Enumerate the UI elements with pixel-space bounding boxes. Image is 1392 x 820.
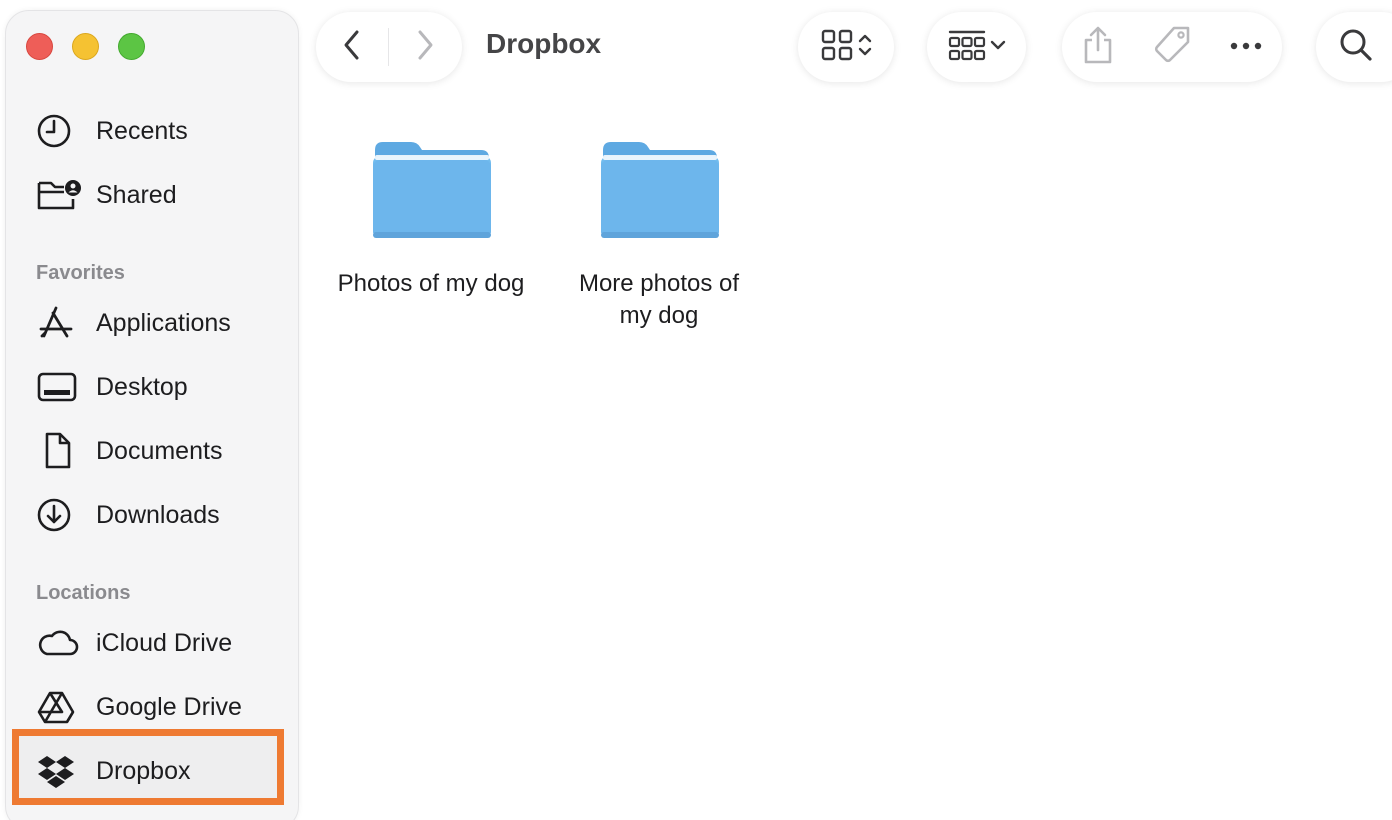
share-button[interactable] [1081, 25, 1115, 70]
chevron-left-icon [340, 28, 364, 67]
applications-icon [36, 303, 86, 343]
view-mode-button[interactable] [798, 12, 894, 82]
favorites-heading[interactable]: Favorites [36, 262, 125, 285]
sidebar-item-label: Dropbox [96, 756, 191, 785]
actions-group [1062, 12, 1282, 82]
sidebar-item-shared[interactable]: Shared [36, 173, 276, 217]
sidebar-item-label: Google Drive [96, 692, 242, 721]
locations-heading[interactable]: Locations [36, 582, 130, 605]
sidebar-item-google-drive[interactable]: Google Drive [36, 685, 276, 729]
window-title: Dropbox [486, 28, 602, 59]
grid-view-icon [820, 28, 854, 67]
google-drive-icon [36, 687, 86, 727]
sidebar-item-dropbox[interactable]: Dropbox [36, 749, 276, 793]
chevron-right-icon [413, 28, 437, 67]
sidebar-item-label: Documents [96, 436, 223, 465]
back-button[interactable] [316, 12, 388, 82]
search-icon [1338, 27, 1374, 68]
sidebar-item-label: Recents [96, 116, 188, 145]
sidebar-item-recents[interactable]: Recents [36, 109, 276, 153]
forward-button[interactable] [389, 12, 461, 82]
up-down-chevron-icon [858, 32, 872, 63]
tag-icon [1152, 25, 1192, 70]
sidebar-item-desktop[interactable]: Desktop [36, 365, 276, 409]
folder-item[interactable]: More photos of my dog [549, 138, 769, 332]
more-options-button[interactable] [1229, 38, 1263, 56]
clock-icon [36, 111, 86, 151]
group-by-button[interactable] [927, 12, 1026, 82]
download-icon [36, 495, 86, 535]
close-window-button[interactable] [26, 33, 53, 60]
folder-item[interactable]: Photos of my dog [321, 138, 541, 300]
sidebar-item-label: iCloud Drive [96, 628, 233, 657]
dropbox-icon [36, 751, 86, 791]
zoom-window-button[interactable] [118, 33, 145, 60]
share-icon [1081, 25, 1115, 70]
sidebar-item-documents[interactable]: Documents [36, 429, 276, 473]
sidebar-item-label: Applications [96, 308, 231, 337]
desktop-icon [36, 367, 86, 407]
document-icon [36, 431, 86, 471]
shared-folder-icon [36, 175, 86, 215]
chevron-down-icon [990, 38, 1006, 56]
sidebar-item-applications[interactable]: Applications [36, 301, 276, 345]
folder-icon [601, 142, 719, 238]
folder-name: More photos of my dog [578, 270, 740, 329]
folder-icon [373, 142, 491, 238]
sidebar-item-icloud-drive[interactable]: iCloud Drive [36, 621, 276, 665]
group-grid-icon [948, 28, 986, 67]
cloud-icon [36, 623, 86, 663]
ellipsis-icon [1229, 38, 1263, 56]
tags-button[interactable] [1152, 25, 1192, 70]
minimize-window-button[interactable] [72, 33, 99, 60]
sidebar-item-label: Shared [96, 180, 177, 209]
search-button[interactable] [1316, 12, 1392, 82]
finder-window: Recents Shared Favorites Applications De… [0, 0, 1392, 820]
sidebar-item-downloads[interactable]: Downloads [36, 493, 276, 537]
sidebar-item-label: Desktop [96, 372, 188, 401]
folder-name: Photos of my dog [337, 270, 525, 297]
navigation-group [316, 12, 462, 82]
sidebar-item-label: Downloads [96, 500, 220, 529]
